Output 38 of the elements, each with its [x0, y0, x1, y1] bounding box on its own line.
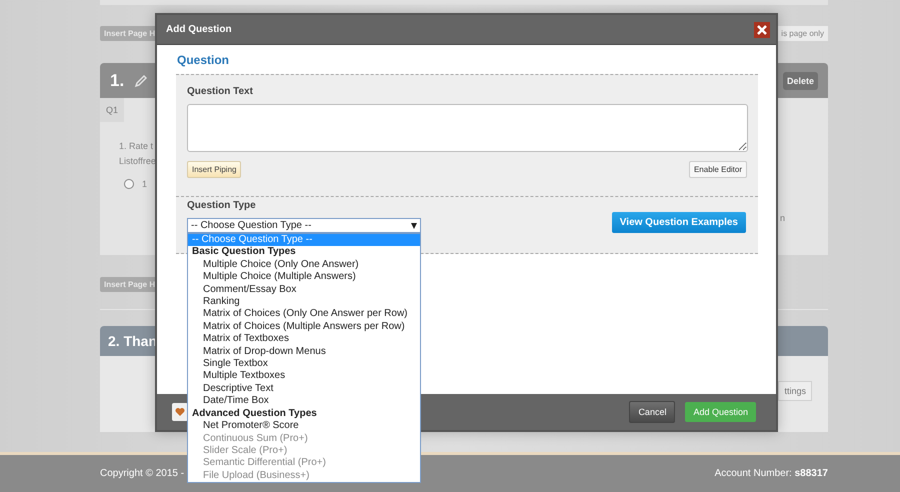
enable-editor-button[interactable]: Enable Editor — [688, 161, 747, 178]
question-text-field[interactable] — [187, 104, 748, 152]
question-text: Listoffree — [119, 155, 157, 168]
dropdown-option[interactable]: Descriptive Text — [188, 382, 420, 396]
option-group-label: Basic Question Types — [191, 246, 297, 259]
question-text: 1. Rate t — [119, 140, 154, 153]
account-number: Account Number: s88317 — [714, 468, 828, 479]
pencil-icon — [134, 74, 148, 88]
side-text: n — [780, 213, 786, 223]
close-icon[interactable] — [754, 22, 770, 38]
copyright-text: Copyright © 2015 - — [100, 468, 184, 479]
dropdown-option[interactable]: Ranking — [188, 296, 420, 308]
cancel-button[interactable]: Cancel — [629, 401, 676, 423]
dropdown-option[interactable]: Single Textbox — [188, 358, 420, 370]
section-title: Question — [177, 53, 230, 68]
dropdown-option[interactable]: Matrix of Choices (Only One Answer per Row) — [188, 308, 420, 321]
field-label: Question Type — [187, 200, 257, 211]
insert-piping-button[interactable]: Insert Piping — [187, 161, 242, 178]
radio-button[interactable] — [124, 179, 134, 189]
dropdown-option[interactable]: Matrix of Drop-down Menus — [188, 346, 420, 358]
dialog-title: Add Question — [166, 24, 232, 35]
delete-button[interactable]: Delete — [782, 72, 818, 90]
settings-button[interactable]: ttings — [778, 381, 812, 401]
dropdown-option[interactable]: Matrix of Textboxes — [188, 333, 420, 346]
dropdown-option[interactable]: Multiple Choice (Multiple Answers) — [188, 271, 420, 284]
heart-icon — [175, 407, 185, 417]
field-label: Question Text — [187, 86, 254, 97]
question-type-select[interactable]: -- Choose Question Type -- — [187, 218, 421, 233]
question-number: 1. — [110, 70, 124, 90]
dropdown-option[interactable]: Multiple Choice (Only One Answer) — [188, 258, 420, 272]
dropdown-option[interactable]: Date/Time Box — [188, 395, 420, 408]
dropdown-option[interactable]: Matrix of Choices (Multiple Answers per Row) — [188, 320, 420, 334]
footer-button[interactable] — [172, 403, 188, 421]
dropdown-option[interactable]: Multiple Textboxes — [188, 370, 420, 383]
option-group-label: Advanced Question Types — [191, 408, 318, 420]
option-label: 1 — [142, 179, 148, 189]
dropdown-option[interactable]: Net Promoter® Score — [188, 420, 420, 432]
dropdown-option[interactable]: Comment/Essay Box — [188, 284, 420, 296]
